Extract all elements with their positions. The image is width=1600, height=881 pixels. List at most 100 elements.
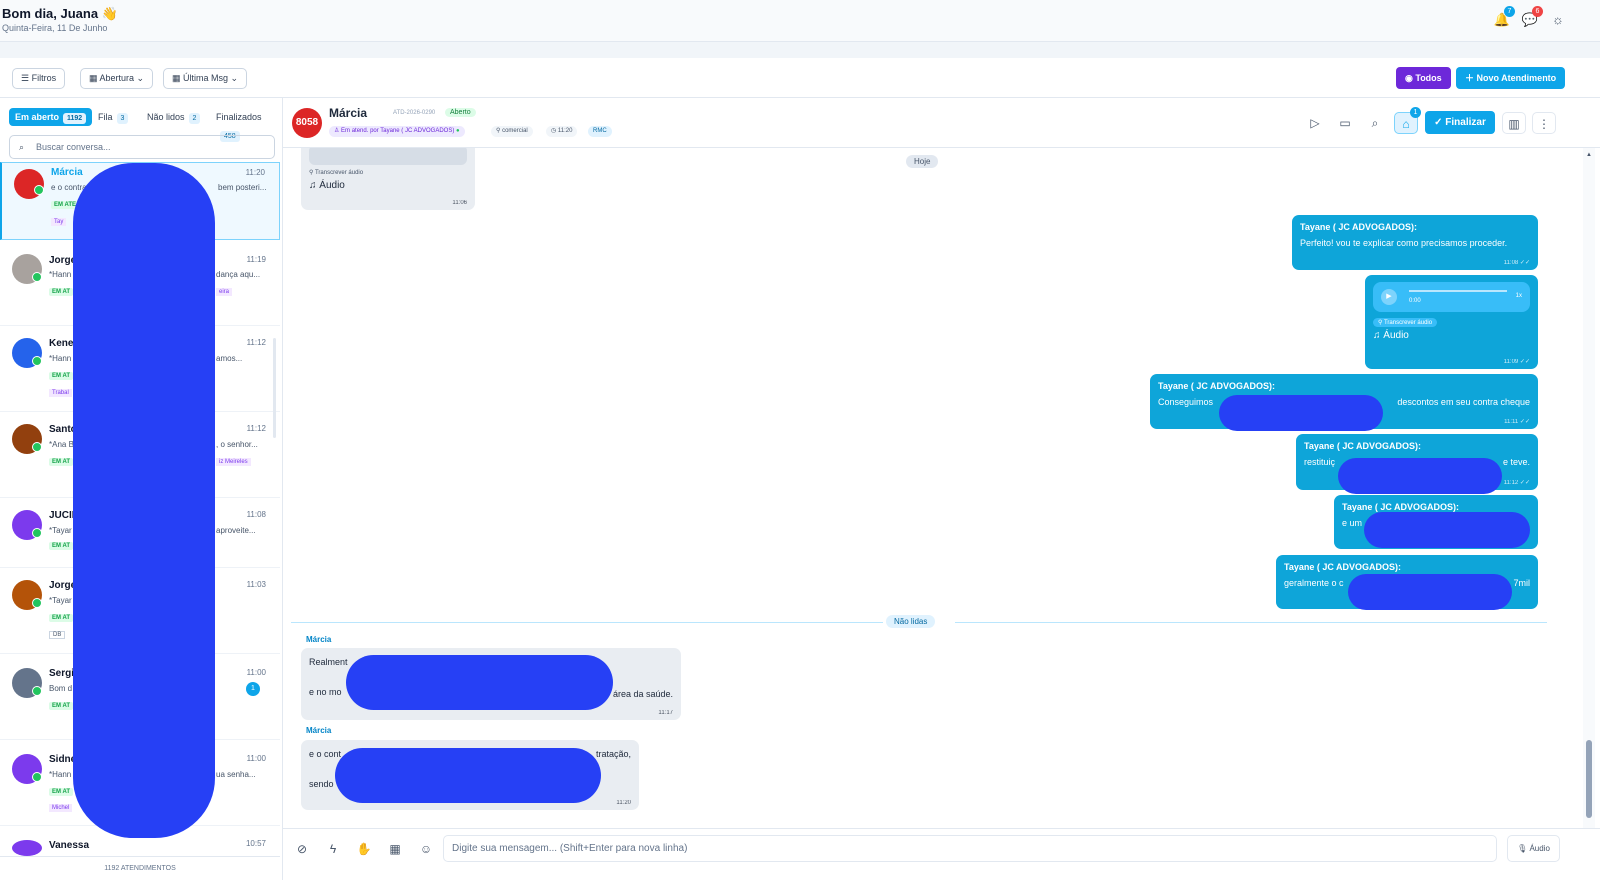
tab-em-aberto[interactable]: Em aberto 1192 bbox=[9, 108, 93, 126]
agent-tag: eira bbox=[216, 288, 233, 296]
schedule-icon[interactable]: ▦ bbox=[386, 840, 404, 858]
message-text-end: e teve. bbox=[1502, 457, 1530, 467]
more-options-icon[interactable]: ⋮ bbox=[1532, 112, 1556, 134]
conversation-time: 11:08 bbox=[246, 510, 266, 519]
audio-player[interactable] bbox=[309, 148, 467, 165]
play-icon[interactable]: ▶ bbox=[1381, 289, 1397, 305]
transcribe-button[interactable]: ⚲ Transcrever áudio bbox=[309, 169, 467, 176]
todos-button[interactable]: ◉ Todos bbox=[1396, 67, 1451, 89]
todos-label: Todos bbox=[1415, 73, 1442, 83]
chat-header: 8058 Márcia ATD-2026-0290 Aberto ♙ Em at… bbox=[283, 98, 1600, 148]
audio-player[interactable]: ▶ 0:00 1x bbox=[1373, 282, 1530, 312]
sector-label: comercial bbox=[502, 128, 528, 134]
unread-divider-right bbox=[955, 622, 1547, 623]
lightning-icon[interactable]: ϟ bbox=[324, 840, 342, 858]
agent-tag: Michel bbox=[49, 804, 73, 812]
whatsapp-icon bbox=[32, 772, 42, 782]
contact-avatar: 8058 bbox=[292, 108, 322, 138]
message-author: Tayane ( JC ADVOGADOS): bbox=[1158, 381, 1276, 391]
conversation-name: Sergi bbox=[49, 668, 75, 679]
audio-message-incoming: ⚲ Transcrever áudio ♫ Áudio 11:06 bbox=[301, 148, 475, 210]
conversation-preview-end: bem posteri... bbox=[218, 183, 267, 192]
whatsapp-icon bbox=[32, 272, 42, 282]
message-author: Tayane ( JC ADVOGADOS): bbox=[1300, 222, 1418, 232]
ultima-msg-label: Última Msg bbox=[183, 73, 229, 83]
message-time: 11:12 ✓✓ bbox=[1503, 480, 1530, 486]
search-placeholder: Buscar conversa... bbox=[36, 142, 111, 152]
filters-label: Filtros bbox=[31, 73, 57, 83]
audio-speed[interactable]: 1x bbox=[1516, 293, 1522, 299]
tab-fila[interactable]: Fila 3 bbox=[98, 108, 129, 126]
scrollbar-thumb[interactable] bbox=[1586, 740, 1592, 818]
message-input[interactable]: Digite sua mensagem... (Shift+Enter para… bbox=[443, 835, 1497, 862]
message-time: 11:17 bbox=[658, 710, 673, 716]
audio-record-button[interactable]: 🎙 Áudio bbox=[1507, 835, 1560, 862]
tab-nao-lidos[interactable]: Não lidos 2 bbox=[147, 108, 201, 126]
message-text-end: tratação, bbox=[595, 749, 631, 759]
list-scrollbar[interactable] bbox=[273, 338, 276, 438]
current-date: Quinta-Feira, 11 De Junho bbox=[2, 23, 108, 33]
message-time: 11:11 ✓✓ bbox=[1504, 419, 1530, 425]
finalizar-button[interactable]: ✓ Finalizar bbox=[1425, 111, 1495, 134]
header-strip bbox=[0, 42, 1600, 58]
message-time: 11:09 ✓✓ bbox=[1503, 359, 1530, 365]
emoji-icon[interactable]: ☺ bbox=[417, 840, 435, 858]
panel-toggle-icon[interactable]: ▥ bbox=[1502, 112, 1526, 134]
tab-count: 3 bbox=[116, 113, 129, 124]
whatsapp-icon bbox=[32, 356, 42, 366]
conversation-time: 11:20 bbox=[245, 168, 265, 177]
time-text: 11:09 bbox=[1503, 359, 1519, 365]
audio-current-time: 0:00 bbox=[1409, 298, 1421, 304]
time-text: 11:08 bbox=[1503, 260, 1519, 266]
redaction-overlay bbox=[1364, 512, 1530, 548]
status-badge: EM AT bbox=[49, 288, 73, 296]
abertura-dropdown[interactable]: ▦ Abertura ⌄ bbox=[80, 68, 154, 89]
whatsapp-icon bbox=[32, 598, 42, 608]
audio-text: Áudio bbox=[1383, 330, 1409, 341]
status-badge: Aberto bbox=[445, 108, 476, 117]
status-badge: EM AT bbox=[49, 372, 73, 380]
attach-icon[interactable]: ⊘ bbox=[293, 840, 311, 858]
bell-icon[interactable]: 🔔 7 bbox=[1492, 6, 1515, 30]
conversation-time: 11:19 bbox=[246, 255, 266, 264]
tab-finalizados[interactable]: Finalizados458 bbox=[216, 108, 282, 142]
composer: ⊘ ϟ ✋ ▦ ☺ Digite sua mensagem... (Shift+… bbox=[283, 828, 1600, 880]
conversation-preview-end: ua senha... bbox=[216, 770, 256, 779]
conversation-name: Vanessa bbox=[49, 840, 90, 851]
audio-label: ♫ Áudio bbox=[309, 180, 345, 191]
ticket-id: ATD-2026-0290 bbox=[393, 110, 436, 116]
agent-tag: DB bbox=[49, 631, 66, 639]
tab-label: Em aberto bbox=[15, 112, 60, 122]
conversation-time: 11:03 bbox=[246, 580, 266, 589]
theme-toggle-icon[interactable]: ☼ bbox=[1548, 10, 1568, 30]
hand-icon[interactable]: ✋ bbox=[355, 840, 373, 858]
scroll-up-icon[interactable]: ▲ bbox=[1586, 152, 1592, 158]
notification-badge: 7 bbox=[1504, 6, 1515, 17]
message-author: Tayane ( JC ADVOGADOS): bbox=[1304, 441, 1422, 451]
tag-badge: 1 bbox=[1410, 107, 1421, 118]
conversation-preview-end: aproveite... bbox=[216, 526, 256, 535]
video-icon[interactable]: ▭ bbox=[1333, 112, 1357, 134]
filters-button[interactable]: ☰ Filtros bbox=[12, 68, 66, 89]
audio-progress[interactable] bbox=[1409, 290, 1507, 292]
conversation-time: 11:00 bbox=[246, 754, 266, 763]
play-icon[interactable]: ▷ bbox=[1303, 112, 1327, 134]
audio-record-label: Áudio bbox=[1529, 844, 1550, 853]
tag-icon[interactable]: ⌂ 1 bbox=[1394, 107, 1421, 134]
conversation-time: 11:12 bbox=[246, 424, 266, 433]
conversation-preview-end: dança aqu... bbox=[216, 270, 261, 279]
new-ticket-button[interactable]: ＋ Novo Atendimento bbox=[1456, 67, 1566, 89]
search-input[interactable]: ⌕ Buscar conversa... bbox=[9, 135, 275, 159]
whatsapp-icon bbox=[32, 528, 42, 538]
chat-icon[interactable]: 💬 6 bbox=[1520, 6, 1543, 30]
audio-message-outgoing: ▶ 0:00 1x ⚲ Transcrever áudio ♫ Áudio 11… bbox=[1365, 275, 1538, 369]
message-badge: 6 bbox=[1532, 6, 1543, 17]
search-icon[interactable]: ⌕ bbox=[1363, 112, 1387, 134]
transcribe-button[interactable]: ⚲ Transcrever áudio bbox=[1373, 318, 1438, 327]
redaction-overlay bbox=[335, 748, 601, 803]
ticket-count-footer: 1192 ATENDIMENTOS bbox=[0, 856, 280, 880]
conversation-name: Márcia bbox=[51, 167, 83, 178]
ultima-msg-dropdown[interactable]: ▦ Última Msg ⌄ bbox=[163, 68, 248, 89]
avatar bbox=[12, 840, 42, 856]
chat-scrollbar[interactable]: ▲ bbox=[1583, 148, 1595, 828]
